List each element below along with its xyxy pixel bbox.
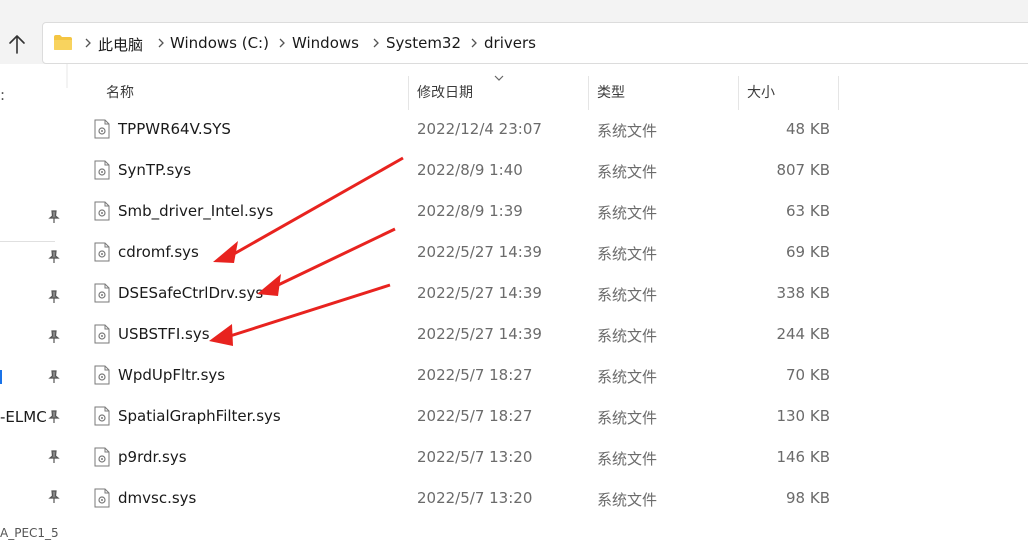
pin-icon[interactable] (47, 210, 61, 224)
file-row[interactable]: SynTP.sys 2022/8/9 1:40 系统文件 807 KB (88, 151, 848, 192)
system-file-icon (94, 160, 110, 180)
file-date: 2022/8/9 1:40 (417, 161, 523, 179)
file-type: 系统文件 (597, 245, 658, 263)
system-file-icon (94, 242, 110, 262)
file-row[interactable]: dmvsc.sys 2022/5/7 13:20 系统文件 98 KB (88, 479, 848, 520)
chevron-down-icon (494, 75, 504, 81)
file-name: TPPWR64V.SYS (118, 120, 231, 138)
file-type: 系统文件 (597, 286, 658, 304)
file-date: 2022/5/7 18:27 (417, 366, 533, 384)
file-name: Smb_driver_Intel.sys (118, 202, 274, 220)
breadcrumb-drivers[interactable]: drivers (484, 34, 536, 52)
system-file-icon (94, 406, 110, 426)
file-name: p9rdr.sys (118, 448, 187, 466)
pin-icon[interactable] (47, 330, 61, 344)
file-date: 2022/8/9 1:39 (417, 202, 523, 220)
file-size: 48 KB (786, 120, 830, 138)
file-list: 名称 修改日期 类型 大小 TPPWR64V.SYS 2022/12/4 23:0… (68, 64, 1028, 534)
chevron-right-icon (85, 38, 91, 48)
folder-icon (54, 35, 72, 50)
system-file-icon (94, 324, 110, 344)
system-file-icon (94, 283, 110, 303)
file-name: SpatialGraphFilter.sys (118, 407, 281, 425)
file-type: 系统文件 (597, 491, 658, 509)
pin-icon[interactable] (47, 370, 61, 384)
file-size: 807 KB (776, 161, 830, 179)
address-bar[interactable]: 此电脑 Windows (C:) Windows System32 driver… (42, 22, 1028, 64)
nav-item-marker (0, 370, 2, 384)
system-file-icon (94, 201, 110, 221)
file-row[interactable]: DSESafeCtrlDrv.sys 2022/5/27 14:39 系统文件 338… (88, 274, 848, 315)
file-row[interactable]: WpdUpFltr.sys 2022/5/7 18:27 系统文件 70 KB (88, 356, 848, 397)
breadcrumb-this-pc[interactable]: 此电脑 (98, 34, 143, 55)
nav-item-label[interactable]: -ELMC (0, 408, 47, 426)
file-row[interactable]: TPPWR64V.SYS 2022/12/4 23:07 系统文件 48 KB (88, 110, 848, 151)
column-divider[interactable] (738, 76, 739, 110)
chevron-right-icon (158, 38, 164, 48)
column-divider[interactable] (838, 76, 839, 110)
file-type: 系统文件 (597, 122, 658, 140)
pin-icon[interactable] (47, 290, 61, 304)
column-header-size[interactable]: 大小 (747, 82, 775, 102)
nav-divider (0, 241, 55, 242)
file-date: 2022/5/27 14:39 (417, 243, 542, 261)
file-type: 系统文件 (597, 450, 658, 468)
nav-item-label[interactable]: A_PEC1_5 (0, 526, 59, 540)
file-size: 130 KB (776, 407, 830, 425)
file-date: 2022/12/4 23:07 (417, 120, 542, 138)
file-name: WpdUpFltr.sys (118, 366, 226, 384)
file-type: 系统文件 (597, 409, 658, 427)
file-date: 2022/5/7 13:20 (417, 448, 533, 466)
system-file-icon (94, 488, 110, 508)
file-row[interactable]: SpatialGraphFilter.sys 2022/5/7 18:27 系统文件… (88, 397, 848, 438)
column-divider[interactable] (408, 76, 409, 110)
file-row[interactable]: p9rdr.sys 2022/5/7 13:20 系统文件 146 KB (88, 438, 848, 479)
system-file-icon (94, 365, 110, 385)
file-row[interactable]: cdromf.sys 2022/5/27 14:39 系统文件 69 KB (88, 233, 848, 274)
file-size: 70 KB (786, 366, 830, 384)
pin-icon[interactable] (47, 410, 61, 424)
file-name: DSESafeCtrlDrv.sys (118, 284, 264, 302)
file-size: 338 KB (776, 284, 830, 302)
file-name: cdromf.sys (118, 243, 199, 261)
pin-icon[interactable] (47, 450, 61, 464)
file-date: 2022/5/7 13:20 (417, 489, 533, 507)
chevron-right-icon (471, 38, 477, 48)
column-header-date[interactable]: 修改日期 (417, 82, 473, 102)
file-type: 系统文件 (597, 327, 658, 345)
file-name: SynTP.sys (118, 161, 192, 179)
file-date: 2022/5/27 14:39 (417, 325, 542, 343)
system-file-icon (94, 119, 110, 139)
breadcrumb-windows[interactable]: Windows (292, 34, 359, 52)
navigation-pane: : -ELMC A_PEC1_5 (0, 64, 66, 540)
chevron-right-icon (279, 38, 285, 48)
file-size: 244 KB (776, 325, 830, 343)
file-type: 系统文件 (597, 163, 658, 181)
file-size: 146 KB (776, 448, 830, 466)
pin-icon[interactable] (47, 490, 61, 504)
file-date: 2022/5/27 14:39 (417, 284, 542, 302)
file-size: 63 KB (786, 202, 830, 220)
file-size: 69 KB (786, 243, 830, 261)
breadcrumb-system32[interactable]: System32 (386, 34, 461, 52)
file-date: 2022/5/7 18:27 (417, 407, 533, 425)
arrow-up-icon (9, 35, 25, 54)
file-type: 系统文件 (597, 204, 658, 222)
column-header-name[interactable]: 名称 (106, 82, 134, 102)
breadcrumb-c-drive[interactable]: Windows (C:) (170, 34, 269, 52)
pin-icon[interactable] (47, 250, 61, 264)
column-header-type[interactable]: 类型 (597, 82, 625, 102)
file-row[interactable]: USBSTFI.sys 2022/5/27 14:39 系统文件 244 KB (88, 315, 848, 356)
file-size: 98 KB (786, 489, 830, 507)
up-button[interactable] (4, 30, 30, 58)
file-name: USBSTFI.sys (118, 325, 210, 343)
nav-fragment: : (0, 86, 6, 104)
chevron-right-icon (373, 38, 379, 48)
system-file-icon (94, 447, 110, 467)
column-divider[interactable] (588, 76, 589, 110)
file-type: 系统文件 (597, 368, 658, 386)
file-row[interactable]: Smb_driver_Intel.sys 2022/8/9 1:39 系统文件 63 … (88, 192, 848, 233)
file-name: dmvsc.sys (118, 489, 197, 507)
